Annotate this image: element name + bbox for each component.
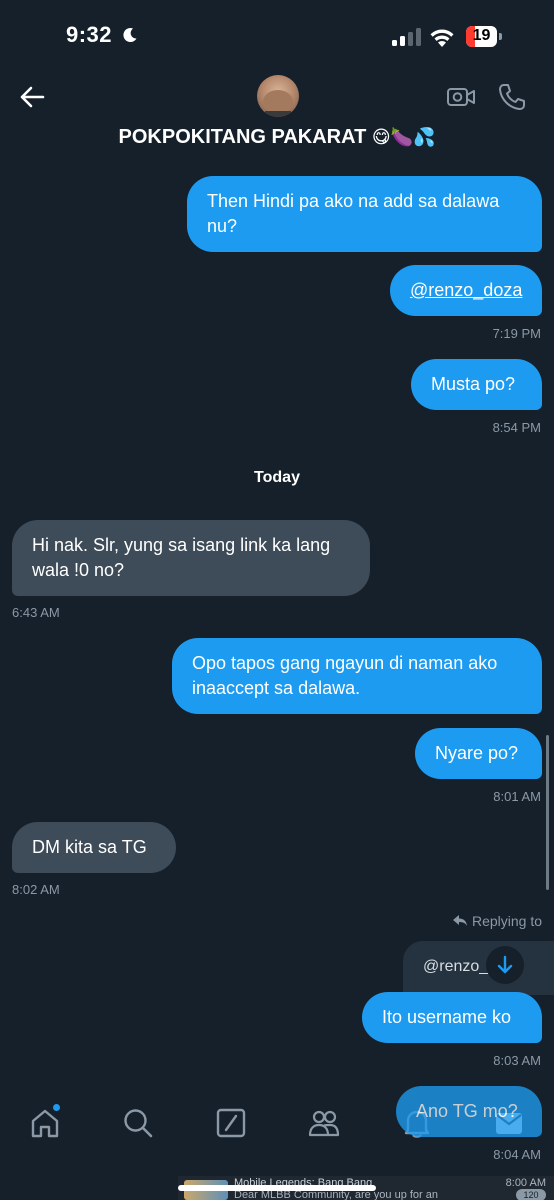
video-call-icon[interactable] <box>446 84 476 110</box>
message-timestamp: 7:19 PM <box>492 326 541 341</box>
message-bubble-outgoing[interactable]: Opo tapos gang ngayun di naman ako inaac… <box>172 638 542 714</box>
status-time: 9:32 <box>66 22 113 47</box>
message-bubble-outgoing[interactable]: Then Hindi pa ako na add sa dalawa nu? <box>187 176 542 252</box>
date-divider: Today <box>254 469 300 486</box>
search-icon[interactable] <box>121 1106 155 1140</box>
cellular-signal-icon <box>392 28 421 46</box>
scroll-down-button[interactable] <box>486 946 524 984</box>
message-bubble-incoming[interactable]: Hi nak. Slr, yung sa isang link ka lang … <box>12 520 370 596</box>
message-timestamp: 8:02 AM <box>12 882 60 897</box>
replying-to-label: Replying to <box>452 913 542 929</box>
communities-icon[interactable] <box>307 1106 341 1140</box>
back-arrow-icon[interactable] <box>18 85 46 109</box>
arrow-down-icon <box>497 955 513 974</box>
message-bubble-incoming[interactable]: DM kita sa TG <box>12 822 176 873</box>
reply-arrow-icon <box>452 915 467 926</box>
home-notification-dot <box>53 1104 60 1111</box>
replying-to-text: Replying to <box>471 913 542 929</box>
notification-badge: 120 <box>516 1189 546 1200</box>
battery-level: 19 <box>472 27 491 44</box>
message-bubble-outgoing[interactable]: Ito username ko <box>362 992 542 1043</box>
message-bubble-outgoing[interactable]: Ano TG mo? <box>396 1086 542 1137</box>
message-timestamp: 8:54 PM <box>492 420 541 435</box>
scrollbar[interactable] <box>546 735 549 890</box>
message-timestamp: 8:01 AM <box>493 789 541 804</box>
reply-preview[interactable]: @renzo_ <box>403 941 554 995</box>
wifi-icon <box>430 29 454 47</box>
home-icon[interactable] <box>28 1106 62 1140</box>
message-bubble-outgoing[interactable]: Musta po? <box>411 359 542 410</box>
chat-title[interactable]: POKPOKITANG PAKARAT 😋🍆💦 <box>0 126 554 149</box>
message-timestamp: 8:03 AM <box>493 1053 541 1068</box>
moon-icon <box>123 28 137 43</box>
chat-title-text: POKPOKITANG PAKARAT <box>118 126 367 148</box>
message-bubble-outgoing[interactable]: Nyare po? <box>415 728 542 779</box>
grok-icon[interactable] <box>214 1106 248 1140</box>
message-bubble-mention[interactable]: @renzo_doza <box>390 265 542 316</box>
home-indicator[interactable] <box>178 1185 376 1191</box>
phone-call-icon[interactable] <box>497 82 527 112</box>
message-timestamp: 8:04 AM <box>493 1147 541 1162</box>
battery-icon: 19 <box>466 26 502 48</box>
avatar[interactable] <box>257 75 299 117</box>
message-timestamp: 6:43 AM <box>12 605 60 620</box>
notification-time: 8:00 AM <box>505 1177 546 1189</box>
chat-title-emoji: 😋🍆💦 <box>371 127 436 148</box>
